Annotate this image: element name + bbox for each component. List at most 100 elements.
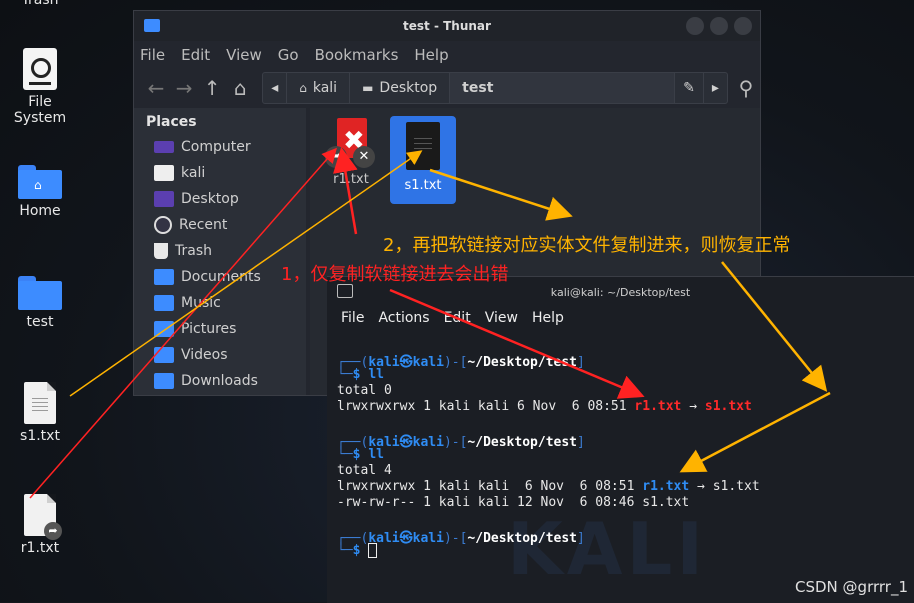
sidebar-item-music[interactable]: Music — [134, 290, 306, 316]
crumb-kali[interactable]: ⌂ kali — [287, 73, 351, 103]
thunar-title: test - Thunar — [403, 19, 491, 33]
sidebar-item-videos[interactable]: Videos — [134, 342, 306, 368]
back-arrow-icon[interactable]: ← — [142, 76, 170, 100]
menu-edit[interactable]: Edit — [181, 46, 210, 64]
file-r1[interactable]: ✖ ➦ ✕ r1.txt — [318, 118, 384, 187]
music-folder-icon — [154, 295, 174, 311]
r1-label: r1.txt — [20, 540, 60, 556]
close-button[interactable] — [734, 17, 752, 35]
text-file-icon — [24, 382, 56, 424]
desktop-small-icon: ▬ — [362, 81, 374, 95]
documents-folder-icon — [154, 269, 174, 285]
sidebar-label: Desktop — [181, 191, 239, 207]
menu-go[interactable]: Go — [278, 46, 299, 64]
desktop-test-folder[interactable]: test — [0, 276, 80, 330]
sidebar-item-kali[interactable]: kali — [134, 160, 306, 186]
thunar-titlebar[interactable]: test - Thunar — [134, 11, 760, 41]
term-menu-file[interactable]: File — [341, 310, 364, 326]
desktop-s1-file[interactable]: s1.txt — [0, 382, 80, 444]
term-menu-help[interactable]: Help — [532, 310, 564, 326]
thunar-menubar: File Edit View Go Bookmarks Help — [134, 41, 760, 69]
link-arrow-icon: ➦ — [44, 522, 62, 540]
sidebar-item-recent[interactable]: Recent — [134, 212, 306, 238]
menu-file[interactable]: File — [140, 46, 165, 64]
home-folder-icon — [154, 165, 174, 181]
places-header: Places — [146, 114, 197, 130]
output-row: -rw-rw-r-- 1 kali kali 12 Nov 6 08:46 s1… — [337, 495, 690, 510]
file-s1[interactable]: s1.txt — [390, 116, 456, 204]
term-menu-actions[interactable]: Actions — [378, 310, 429, 326]
terminal-title: kali@kali: ~/Desktop/test — [550, 286, 691, 299]
sidebar-label: kali — [181, 165, 206, 181]
terminal-menubar: File Actions Edit View Help — [327, 305, 914, 331]
symlink-file-icon: ➦ — [24, 494, 62, 540]
menu-bookmarks[interactable]: Bookmarks — [315, 46, 399, 64]
annotation-step2: 2，再把软链接对应实体文件复制进来，则恢复正常 — [383, 235, 791, 256]
pencil-icon[interactable]: ✎ — [675, 73, 704, 103]
file-r1-label: r1.txt — [333, 172, 369, 187]
sidebar-label: Pictures — [181, 321, 237, 337]
computer-icon — [154, 141, 174, 153]
search-icon[interactable]: ⚲ — [732, 76, 760, 100]
desktop-home-icon[interactable]: ⌂ Home — [0, 165, 80, 219]
sidebar-item-computer[interactable]: Computer — [134, 134, 306, 160]
sidebar-item-desktop[interactable]: Desktop — [134, 186, 306, 212]
downloads-folder-icon — [154, 373, 174, 389]
output-total: total 0 — [337, 383, 392, 398]
crumb-kali-label: kali — [312, 80, 338, 96]
sidebar-label: Videos — [181, 347, 228, 363]
chevron-right-icon[interactable]: ▸ — [704, 73, 727, 103]
desktop-trash-icon[interactable]: Trash — [0, 0, 80, 8]
broken-link-icon: ✖ ➦ ✕ — [325, 118, 375, 170]
command-line[interactable]: └─$ — [337, 543, 378, 558]
crumb-test[interactable]: test — [450, 73, 676, 103]
folder-icon — [18, 276, 62, 310]
sidebar-label: Computer — [181, 139, 251, 155]
menu-view[interactable]: View — [226, 46, 262, 64]
text-file-icon — [406, 122, 440, 170]
sidebar-item-pictures[interactable]: Pictures — [134, 316, 306, 342]
file-s1-label: s1.txt — [404, 178, 442, 193]
home-small-icon: ⌂ — [299, 81, 307, 95]
maximize-button[interactable] — [710, 17, 728, 35]
csdn-credit: CSDN @grrrr_1 — [795, 578, 908, 596]
menu-help[interactable]: Help — [414, 46, 448, 64]
output-row: lrwxrwxrwx 1 kali kali 6 Nov 6 08:51 r1.… — [337, 479, 760, 494]
kali-watermark: KALI — [507, 507, 708, 591]
home-folder-icon: ⌂ — [18, 165, 62, 199]
test-label: test — [26, 314, 54, 330]
breadcrumb: ◂ ⌂ kali ▬ Desktop test ✎ ▸ — [262, 72, 728, 104]
sidebar-label: Documents — [181, 269, 261, 285]
desktop-icon — [154, 191, 174, 207]
trash-icon — [154, 243, 168, 259]
minimize-button[interactable] — [686, 17, 704, 35]
sidebar-label: Trash — [175, 243, 212, 259]
trash-label: Trash — [21, 0, 59, 8]
clock-icon — [154, 216, 172, 234]
up-arrow-icon[interactable]: ↑ — [198, 76, 226, 100]
home-label: Home — [19, 203, 61, 219]
desktop-filesystem-icon[interactable]: File System — [0, 48, 80, 126]
drive-icon — [23, 48, 57, 90]
home-icon[interactable]: ⌂ — [226, 76, 254, 100]
command-line: └─$ ll — [337, 367, 384, 382]
chevron-left-icon[interactable]: ◂ — [263, 73, 288, 103]
forward-arrow-icon[interactable]: → — [170, 76, 198, 100]
desktop: Trash File System ⌂ Home test s1.txt ➦ r… — [0, 0, 914, 603]
crumb-desktop[interactable]: ▬ Desktop — [350, 73, 451, 103]
output-row: lrwxrwxrwx 1 kali kali 6 Nov 6 08:51 r1.… — [337, 399, 752, 414]
videos-folder-icon — [154, 347, 174, 363]
filesystem-label: File System — [13, 94, 67, 126]
sidebar-item-downloads[interactable]: Downloads — [134, 368, 306, 394]
desktop-r1-file[interactable]: ➦ r1.txt — [0, 494, 80, 556]
terminal-window: KALI kali@kali: ~/Desktop/test File Acti… — [327, 276, 914, 603]
annotation-step1: 1，仅复制软链接进去会出错 — [281, 264, 509, 285]
term-menu-edit[interactable]: Edit — [444, 310, 471, 326]
cursor — [368, 543, 378, 558]
crumb-desktop-label: Desktop — [379, 80, 438, 96]
output-total: total 4 — [337, 463, 392, 478]
location-bar: ← → ↑ ⌂ ◂ ⌂ kali ▬ Desktop test ✎ ▸ ⚲ — [134, 69, 760, 107]
sidebar-label: Music — [181, 295, 221, 311]
command-line: └─$ ll — [337, 447, 384, 462]
term-menu-view[interactable]: View — [485, 310, 518, 326]
